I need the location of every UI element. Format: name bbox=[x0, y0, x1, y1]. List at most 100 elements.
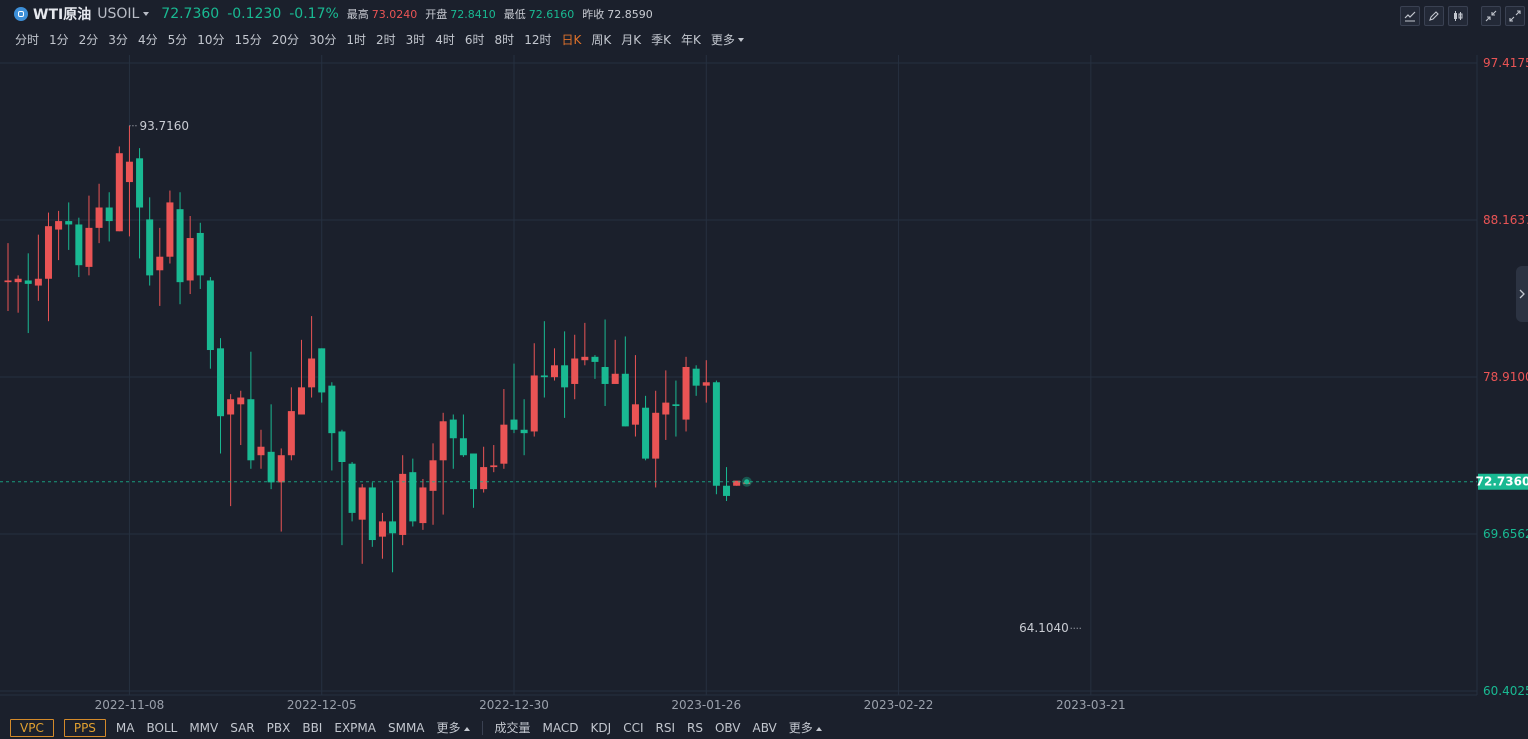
period-3[interactable]: 3分 bbox=[108, 31, 128, 48]
period-17[interactable]: 日K bbox=[561, 31, 581, 48]
x-tick-label: 2022-11-08 bbox=[95, 698, 165, 712]
candle-body bbox=[520, 429, 528, 434]
candle-body bbox=[439, 421, 447, 461]
y-tick-label: 78.9100 bbox=[1483, 370, 1528, 384]
period-selector: 分时 1分 2分 3分 4分 5分 10分 15分 20分 30分 1时 2时 3时 4时 6时 8时 12时日… bbox=[0, 28, 1528, 50]
candle-body bbox=[510, 419, 518, 430]
sub-indicator-1[interactable]: MACD bbox=[543, 721, 579, 735]
candle-body bbox=[571, 358, 579, 384]
main-indicator-3[interactable]: SAR bbox=[230, 721, 254, 735]
candle-body bbox=[125, 161, 133, 183]
candle-body bbox=[206, 280, 214, 351]
candle-body bbox=[449, 419, 457, 439]
candle-body bbox=[146, 219, 154, 276]
pencil-icon[interactable] bbox=[1424, 6, 1444, 26]
shrink-icon[interactable] bbox=[1481, 6, 1501, 26]
candle-body bbox=[561, 365, 569, 388]
candle-body bbox=[692, 368, 700, 386]
candle-body bbox=[196, 232, 204, 276]
stat-value-open: 72.8410 bbox=[450, 7, 496, 21]
stat-label-open: 开盘 bbox=[425, 8, 448, 21]
candle-body bbox=[378, 521, 386, 537]
main-indicator-0[interactable]: MA bbox=[116, 721, 135, 735]
chevron-down-icon bbox=[737, 38, 744, 42]
candlestick-chart[interactable]: 97.4175 88.1637 78.9100 69.6562 60.4025 2022-… bbox=[0, 55, 1528, 715]
period-9[interactable]: 30分 bbox=[309, 31, 336, 48]
line-chart-icon[interactable] bbox=[1400, 6, 1420, 26]
stat-label-prev-close: 昨收 bbox=[582, 8, 605, 21]
period-4[interactable]: 4分 bbox=[138, 31, 158, 48]
indicator-toggle-vpc[interactable]: VPC bbox=[10, 718, 54, 737]
period-13[interactable]: 4时 bbox=[435, 31, 455, 48]
period-21[interactable]: 年K bbox=[681, 31, 701, 48]
main-indicator-1[interactable]: BOLL bbox=[146, 721, 177, 735]
main-indicator-7[interactable]: SMMA bbox=[388, 721, 425, 735]
last-price-tag-label: 72.7360 bbox=[1476, 475, 1528, 489]
sub-indicator-3[interactable]: CCI bbox=[623, 721, 643, 735]
symbol-name: WTI原油 bbox=[33, 7, 92, 23]
period-1[interactable]: 1分 bbox=[49, 31, 69, 48]
expand-icon[interactable] bbox=[1505, 6, 1525, 26]
period-6[interactable]: 10分 bbox=[197, 31, 224, 48]
candle-body bbox=[186, 238, 194, 281]
candle-body bbox=[308, 358, 316, 388]
main-indicator-2[interactable]: MMV bbox=[189, 721, 218, 735]
candle-body bbox=[318, 348, 326, 393]
sub-indicator-4[interactable]: RSI bbox=[655, 721, 675, 735]
main-indicator-4[interactable]: PBX bbox=[267, 721, 291, 735]
sub-indicator-7[interactable]: ABV bbox=[752, 721, 776, 735]
period-20[interactable]: 季K bbox=[651, 31, 671, 48]
candle-body bbox=[95, 207, 103, 228]
candle-body bbox=[368, 487, 376, 541]
stat-label-high: 最高 bbox=[346, 8, 369, 21]
candle-body bbox=[247, 399, 255, 461]
period-15[interactable]: 8时 bbox=[495, 31, 515, 48]
sub-indicator-6[interactable]: OBV bbox=[715, 721, 741, 735]
candle-body bbox=[601, 366, 609, 384]
high-price-label: 93.7160 bbox=[139, 119, 189, 133]
period-5[interactable]: 5分 bbox=[168, 31, 188, 48]
candle-body bbox=[358, 487, 366, 520]
candle-body bbox=[611, 373, 619, 384]
candle-body bbox=[277, 455, 285, 483]
side-panel-toggle[interactable] bbox=[1516, 266, 1528, 322]
candle-body bbox=[227, 399, 235, 415]
divider bbox=[481, 720, 483, 735]
sub-indicator-2[interactable]: KDJ bbox=[591, 721, 612, 735]
main-indicator-more[interactable]: 更多 bbox=[437, 719, 470, 736]
main-indicator-5[interactable]: BBI bbox=[302, 721, 322, 735]
period-10[interactable]: 1时 bbox=[346, 31, 366, 48]
symbol-logo-icon bbox=[14, 7, 28, 21]
sub-indicator-5[interactable]: RS bbox=[687, 721, 703, 735]
period-18[interactable]: 周K bbox=[591, 31, 611, 48]
stat-value-high: 73.0240 bbox=[371, 7, 418, 21]
candle-body bbox=[459, 438, 467, 456]
period-8[interactable]: 20分 bbox=[272, 31, 299, 48]
period-more-label: 更多 bbox=[710, 32, 735, 47]
candle-body bbox=[14, 278, 22, 283]
indicator-toggle-pps[interactable]: PPS bbox=[63, 718, 106, 737]
candlestick-icon[interactable] bbox=[1448, 6, 1468, 26]
candle-body bbox=[409, 472, 417, 522]
period-0[interactable]: 分时 bbox=[15, 31, 39, 48]
period-19[interactable]: 月K bbox=[621, 31, 641, 48]
candle-body bbox=[44, 226, 52, 279]
main-indicator-6[interactable]: EXPMA bbox=[334, 721, 376, 735]
candle-body bbox=[682, 366, 690, 420]
candle-body bbox=[176, 209, 184, 283]
candle-body bbox=[328, 385, 336, 434]
period-2[interactable]: 2分 bbox=[79, 31, 99, 48]
candle-body bbox=[348, 463, 356, 513]
sub-indicator-more[interactable]: 更多 bbox=[789, 719, 822, 736]
period-14[interactable]: 6时 bbox=[465, 31, 485, 48]
candle-body bbox=[672, 404, 680, 407]
period-more-menu[interactable]: 更多 bbox=[711, 31, 744, 48]
candle-body bbox=[399, 473, 407, 535]
candle-body bbox=[642, 407, 650, 459]
period-11[interactable]: 2时 bbox=[376, 31, 396, 48]
sub-indicator-0[interactable]: 成交量 bbox=[495, 719, 531, 736]
period-12[interactable]: 3时 bbox=[406, 31, 426, 48]
symbol-selector[interactable]: USOIL bbox=[97, 6, 150, 22]
period-16[interactable]: 12时 bbox=[524, 31, 551, 48]
period-7[interactable]: 15分 bbox=[235, 31, 262, 48]
